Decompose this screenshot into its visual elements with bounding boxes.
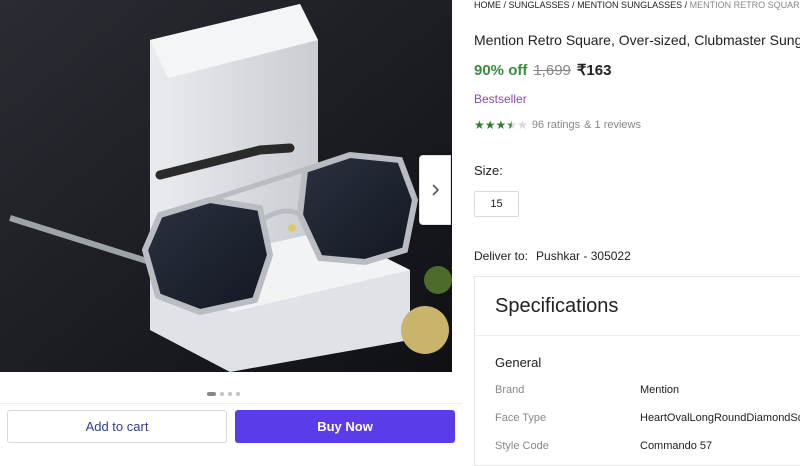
delivery-info[interactable]: Deliver to: Pushkar - 305022 <box>474 249 631 263</box>
carousel-dot[interactable] <box>236 392 240 396</box>
delivery-label: Deliver to: <box>474 249 529 263</box>
product-image[interactable] <box>0 0 452 372</box>
spec-group-title: General <box>495 355 542 370</box>
carousel-dot[interactable] <box>220 392 224 396</box>
spec-key: Face Type <box>495 412 547 424</box>
price-row: 90% off 1,699 ₹163 <box>474 61 611 79</box>
original-price: 1,699 <box>533 62 571 79</box>
add-to-cart-button[interactable]: Add to cart <box>7 410 227 443</box>
star-icon: ★ <box>506 118 518 132</box>
product-title: Mention Retro Square, Over-sized, Clubma… <box>474 32 800 48</box>
reviews-count: & 1 reviews <box>584 119 641 131</box>
carousel-dot[interactable] <box>207 392 216 396</box>
discount-percent: 90% off <box>474 62 528 79</box>
chevron-right-icon <box>431 184 439 196</box>
breadcrumb-item-sunglasses[interactable]: SUNGLASSES <box>509 0 570 10</box>
ratings-count: 96 ratings <box>531 119 581 131</box>
breadcrumb-separator: / <box>569 0 578 10</box>
star-icon: ★ <box>495 118 507 132</box>
spec-value: HeartOvalLongRoundDiamondSq <box>640 412 800 424</box>
sunglasses-photo <box>0 0 452 372</box>
breadcrumb-current: MENTION RETRO SQUARE, OVER-S <box>689 0 800 10</box>
carousel-dot[interactable] <box>228 392 232 396</box>
specifications-panel: Specifications General Brand Mention Face… <box>474 276 800 466</box>
specifications-title: Specifications <box>495 295 619 317</box>
star-icon: ★ <box>517 118 528 132</box>
rating-summary[interactable]: ★ ★ ★ ★ ★ 96 ratings & 1 reviews <box>474 119 641 131</box>
spec-key: Style Code <box>495 440 549 452</box>
breadcrumb-separator: / <box>682 0 690 10</box>
breadcrumb-item-brand[interactable]: MENTION SUNGLASSES <box>577 0 682 10</box>
size-label: Size: <box>474 163 503 178</box>
bestseller-badge: Bestseller <box>474 92 527 106</box>
spec-row: Face Type HeartOvalLongRoundDiamondSq <box>495 412 800 424</box>
spec-value: Mention <box>640 384 680 396</box>
image-carousel-dots <box>207 392 240 396</box>
star-icon: ★ <box>474 118 485 132</box>
size-option[interactable]: 15 <box>474 191 519 217</box>
spec-row: Brand Mention <box>495 384 679 396</box>
buy-now-button[interactable]: Buy Now <box>235 410 455 443</box>
spec-row: Style Code Commando 57 <box>495 440 712 452</box>
rating-stars: ★ ★ ★ ★ ★ <box>474 119 528 131</box>
divider <box>0 403 462 404</box>
spec-value: Commando 57 <box>640 440 713 452</box>
breadcrumb: HOME / SUNGLASSES / MENTION SUNGLASSES /… <box>474 0 800 10</box>
star-icon: ★ <box>484 118 496 132</box>
spec-key: Brand <box>495 384 525 396</box>
breadcrumb-item-home[interactable]: HOME <box>474 0 501 10</box>
selling-price: ₹163 <box>576 62 612 79</box>
delivery-location: Pushkar - 305022 <box>536 249 631 263</box>
divider <box>475 335 800 336</box>
next-image-button[interactable] <box>419 155 451 225</box>
breadcrumb-separator: / <box>501 0 509 10</box>
